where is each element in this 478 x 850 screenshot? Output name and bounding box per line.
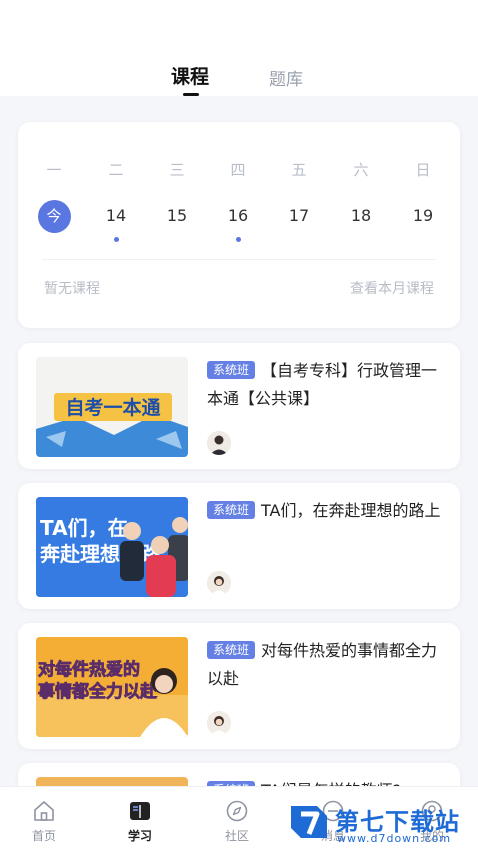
- course-card[interactable]: TA们，在奔赴理想的路上 系统班 TA们，在奔赴理想的路上: [18, 483, 460, 609]
- divider: [42, 259, 436, 260]
- tab-question-bank[interactable]: 题库: [269, 65, 303, 90]
- active-tab-indicator: [183, 93, 199, 96]
- course-thumbnail-art: 自考一本通: [36, 357, 188, 457]
- watermark-url: www.d7down.com: [337, 832, 452, 845]
- teacher-avatar: [207, 571, 231, 595]
- tab-bar: 课程 题库: [0, 62, 478, 96]
- weekday-label: 四: [230, 161, 246, 179]
- course-card[interactable]: 自考一本通 系统班 【自考专科】行政管理一本通【公共课】: [18, 343, 460, 469]
- nav-home[interactable]: 首页: [4, 787, 84, 850]
- class-type-badge: 系统班: [207, 641, 256, 659]
- date-label: 17: [288, 206, 310, 225]
- view-month-courses-link[interactable]: 查看本月课程: [350, 278, 434, 298]
- course-thumbnail-art: TA们，在奔赴理想的路上: [36, 497, 188, 597]
- weekday-label: 日: [415, 161, 431, 179]
- date-cell[interactable]: 17: [277, 198, 321, 234]
- has-course-dot: [235, 237, 241, 242]
- has-course-dot: [113, 237, 119, 242]
- course-title: 系统班 【自考专科】行政管理一本通【公共课】: [207, 357, 447, 413]
- avatar-icon: [207, 571, 231, 595]
- date-today-label: 今: [37, 200, 71, 233]
- watermark-logo-icon: [291, 806, 327, 838]
- course-title: 系统班 TA们，在奔赴理想的路上: [207, 497, 447, 525]
- avatar-icon: [207, 711, 231, 735]
- home-icon: [34, 801, 54, 821]
- date-cell[interactable]: 15: [155, 198, 199, 234]
- thumbnail-caption: 自考一本通: [65, 396, 161, 419]
- nav-study[interactable]: 学习: [100, 787, 180, 850]
- date-label: 19: [412, 206, 434, 225]
- course-thumbnail: TA们，在奔赴理想的路上: [36, 497, 188, 597]
- date-cell[interactable]: 18: [339, 198, 383, 234]
- nav-community-label: 社区: [224, 829, 249, 843]
- nav-community[interactable]: 社区: [197, 787, 277, 850]
- tab-courses[interactable]: 课程: [171, 62, 209, 89]
- weekday-row: 一 二 三 四 五 六 日: [18, 152, 460, 188]
- top-bar: 课程 题库: [0, 0, 478, 96]
- class-type-badge: 系统班: [207, 361, 256, 379]
- weekday-label: 六: [353, 161, 369, 179]
- week-calendar: 一 二 三 四 五 六 日 今 14 15 16 17 18 19 暂无课程 查…: [18, 122, 460, 328]
- date-today[interactable]: 今: [32, 198, 76, 234]
- teacher-avatar: [207, 431, 231, 455]
- book-icon: [130, 802, 150, 820]
- compass-icon: [226, 800, 248, 822]
- date-label: 14: [105, 206, 127, 225]
- course-thumbnail-art: 对每件热爱的事情都全力以赴: [36, 637, 188, 737]
- weekday-label: 五: [291, 161, 307, 179]
- weekday-label: 一: [46, 161, 62, 179]
- date-label: 16: [227, 206, 249, 225]
- nav-home-label: 首页: [31, 829, 56, 843]
- course-title-text: TA们，在奔赴理想的路上: [261, 501, 441, 520]
- class-type-badge: 系统班: [207, 501, 256, 519]
- date-row: 今 14 15 16 17 18 19: [18, 198, 460, 242]
- date-cell[interactable]: 19: [401, 198, 445, 234]
- course-card[interactable]: 对每件热爱的事情都全力以赴 系统班 对每件热爱的事情都全力以赴: [18, 623, 460, 749]
- date-cell[interactable]: 14: [94, 198, 138, 242]
- date-label: 18: [350, 206, 372, 225]
- avatar-icon: [207, 431, 231, 455]
- no-course-text: 暂无课程: [44, 281, 100, 297]
- date-cell[interactable]: 16: [216, 198, 260, 242]
- course-thumbnail: 对每件热爱的事情都全力以赴: [36, 637, 188, 737]
- teacher-avatar: [207, 711, 231, 735]
- weekday-label: 三: [169, 161, 185, 179]
- course-thumbnail: 自考一本通: [36, 357, 188, 457]
- site-watermark: 第七下载站 www.d7down.com: [285, 798, 475, 848]
- course-title: 系统班 对每件热爱的事情都全力以赴: [207, 637, 447, 693]
- date-label: 15: [166, 206, 188, 225]
- weekday-label: 二: [108, 161, 124, 179]
- nav-study-label: 学习: [127, 829, 152, 843]
